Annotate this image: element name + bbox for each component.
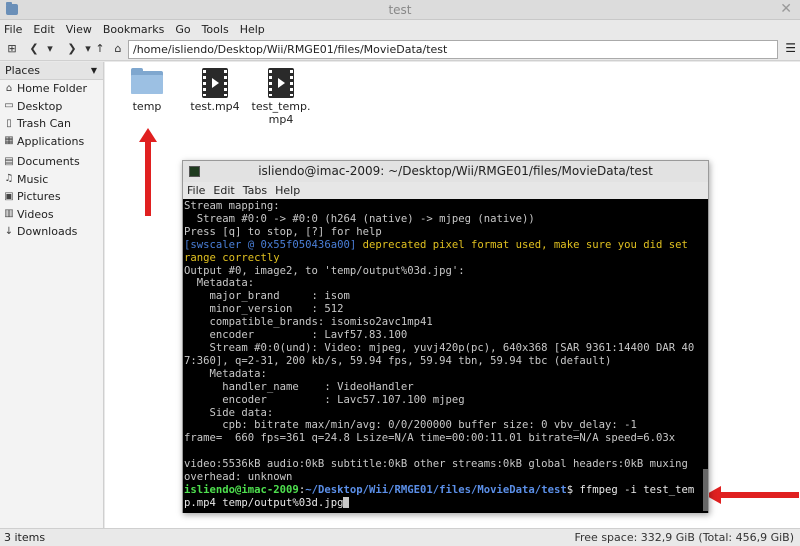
menu-help[interactable]: Help bbox=[240, 23, 265, 36]
file-item-video[interactable]: test.mp4 bbox=[189, 68, 241, 113]
forward-icon[interactable]: ❯ bbox=[64, 41, 80, 57]
new-tab-icon[interactable]: ⊞ bbox=[4, 41, 20, 57]
trash-icon: ▯ bbox=[6, 117, 12, 129]
home-icon[interactable]: ⌂ bbox=[110, 41, 126, 57]
terminal-output[interactable]: Stream mapping: Stream #0:0 -> #0:0 (h26… bbox=[183, 199, 708, 513]
item-count: 3 items bbox=[4, 531, 46, 544]
sidebar-item-label: Music bbox=[17, 172, 49, 186]
sidebar-item-home[interactable]: ⌂ Home Folder bbox=[0, 80, 103, 98]
close-icon[interactable]: ✕ bbox=[780, 1, 792, 17]
videos-icon: ▥ bbox=[4, 208, 14, 220]
home-icon: ⌂ bbox=[5, 82, 13, 94]
prompt-command: $ ffmpeg -i test_tem bbox=[566, 483, 695, 496]
menu-bookmarks[interactable]: Bookmarks bbox=[103, 23, 164, 36]
sidebar-item-label: Desktop bbox=[17, 99, 63, 113]
sidebar-item-videos[interactable]: ▥ Videos bbox=[0, 206, 103, 224]
history-dropdown-icon[interactable]: ▾ bbox=[42, 41, 58, 57]
swscaler-tag: [swscaler @ 0x55f050436a00] bbox=[184, 238, 363, 251]
red-arrow-left-annotation bbox=[705, 486, 799, 504]
terminal-menu-file[interactable]: File bbox=[187, 184, 205, 197]
window-title: test bbox=[388, 3, 412, 17]
terminal-menu-tabs[interactable]: Tabs bbox=[243, 184, 267, 197]
menu-tools[interactable]: Tools bbox=[202, 23, 229, 36]
warning-text: deprecated pixel format used, make sure … bbox=[362, 238, 688, 251]
prompt-user: isliendo@imac-2009 bbox=[184, 483, 299, 496]
hamburger-menu-icon[interactable]: ☰ bbox=[785, 41, 796, 55]
terminal-menubar: File Edit Tabs Help bbox=[183, 182, 708, 199]
sidebar-item-documents[interactable]: ▤ Documents bbox=[0, 153, 103, 171]
file-name: test_temp. mp4 bbox=[251, 100, 311, 126]
applications-icon: ▦ bbox=[4, 135, 14, 147]
sidebar-item-label: Documents bbox=[17, 155, 80, 169]
downloads-icon: ↓ bbox=[4, 225, 14, 237]
menu-view[interactable]: View bbox=[66, 23, 92, 36]
back-icon[interactable]: ❮ bbox=[26, 41, 42, 57]
red-arrow-up-annotation bbox=[139, 128, 157, 216]
file-name: test.mp4 bbox=[190, 100, 240, 113]
sidebar-item-desktop[interactable]: ▭ Desktop bbox=[0, 98, 103, 116]
status-bar: 3 items Free space: 332,9 GiB (Total: 45… bbox=[0, 528, 800, 546]
folder-icon bbox=[131, 68, 163, 94]
sidebar-item-music[interactable]: ♫ Music bbox=[0, 171, 103, 189]
chevron-down-icon[interactable]: ▼ bbox=[91, 62, 97, 80]
terminal-title: isliendo@imac-2009: ~/Desktop/Wii/RMGE01… bbox=[258, 164, 653, 178]
file-name: temp bbox=[132, 100, 162, 113]
video-file-icon bbox=[268, 68, 294, 98]
sidebar-item-label: Videos bbox=[17, 207, 54, 221]
sidebar-item-label: Pictures bbox=[17, 190, 61, 204]
terminal-window[interactable]: isliendo@imac-2009: ~/Desktop/Wii/RMGE01… bbox=[182, 160, 709, 513]
sidebar-item-label: Applications bbox=[17, 134, 85, 148]
sidebar-item-label: Trash Can bbox=[17, 117, 71, 131]
places-header[interactable]: Places ▼ bbox=[0, 62, 103, 80]
sidebar-item-applications[interactable]: ▦ Applications bbox=[0, 133, 103, 151]
menubar: File Edit View Bookmarks Go Tools Help bbox=[0, 20, 800, 39]
sidebar-item-label: Downloads bbox=[17, 225, 78, 239]
free-space: Free space: 332,9 GiB (Total: 456,9 GiB) bbox=[574, 531, 794, 544]
sidebar-item-label: Home Folder bbox=[17, 82, 87, 96]
sidebar-item-downloads[interactable]: ↓ Downloads bbox=[0, 223, 103, 241]
file-item-folder[interactable]: temp bbox=[125, 68, 169, 113]
prompt-path: ~/Desktop/Wii/RMGE01/files/MovieData/tes… bbox=[305, 483, 567, 496]
location-path-input[interactable]: /home/isliendo/Desktop/Wii/RMGE01/files/… bbox=[128, 40, 778, 59]
terminal-cursor bbox=[343, 496, 350, 508]
up-icon[interactable]: ↑ bbox=[92, 41, 108, 57]
terminal-titlebar: isliendo@imac-2009: ~/Desktop/Wii/RMGE01… bbox=[183, 161, 708, 182]
terminal-menu-edit[interactable]: Edit bbox=[213, 184, 234, 197]
terminal-text: Stream mapping: Stream #0:0 -> #0:0 (h26… bbox=[184, 200, 695, 509]
terminal-menu-help[interactable]: Help bbox=[275, 184, 300, 197]
desktop-icon: ▭ bbox=[4, 100, 14, 112]
places-header-label: Places bbox=[5, 64, 40, 77]
warning-text-2: range correctly bbox=[184, 251, 280, 264]
video-file-icon bbox=[202, 68, 228, 98]
menu-file[interactable]: File bbox=[4, 23, 22, 36]
music-icon: ♫ bbox=[4, 173, 14, 185]
sidebar-item-trash[interactable]: ▯ Trash Can bbox=[0, 115, 103, 133]
location-toolbar: ⊞ ❮ ▾ ❯ ▾ ↑ ⌂ /home/isliendo/Desktop/Wii… bbox=[0, 39, 800, 61]
file-item-video[interactable]: test_temp. mp4 bbox=[251, 68, 311, 126]
window-titlebar: test ✕ bbox=[0, 0, 800, 20]
documents-icon: ▤ bbox=[4, 155, 14, 167]
terminal-scrollbar[interactable] bbox=[703, 469, 708, 511]
places-sidebar: Places ▼ ⌂ Home Folder ▭ Desktop ▯ Trash Ca… bbox=[0, 62, 104, 528]
menu-edit[interactable]: Edit bbox=[33, 23, 54, 36]
pictures-icon: ▣ bbox=[4, 190, 14, 202]
prompt-command-2: p.mp4 temp/output%03d.jpg bbox=[184, 496, 344, 509]
sidebar-item-pictures[interactable]: ▣ Pictures bbox=[0, 188, 103, 206]
menu-go[interactable]: Go bbox=[175, 23, 190, 36]
